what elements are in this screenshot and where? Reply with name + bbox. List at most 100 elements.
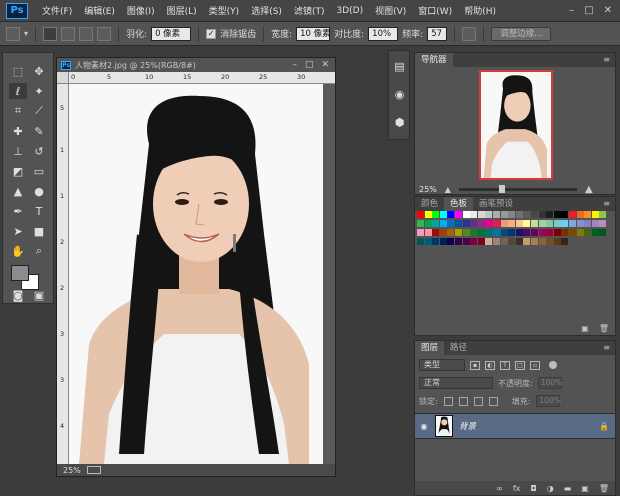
color-swatch[interactable]	[553, 238, 561, 245]
color-swatch[interactable]	[584, 211, 592, 218]
color-swatch[interactable]	[500, 220, 508, 227]
color-swatch[interactable]	[493, 211, 500, 218]
ruler-origin[interactable]	[57, 72, 69, 84]
color-swatch[interactable]	[485, 229, 493, 236]
tab-swatches[interactable]: 色板	[444, 197, 474, 211]
color-swatch[interactable]	[493, 220, 500, 227]
color-swatch[interactable]	[584, 229, 592, 236]
panel-menu-icon[interactable]: ≡	[603, 199, 610, 208]
color-swatch[interactable]	[599, 229, 607, 236]
color-swatch[interactable]	[485, 211, 493, 218]
type-filter-icon[interactable]: T	[500, 360, 510, 370]
color-swatch[interactable]	[455, 229, 462, 236]
tab-layers[interactable]: 图层	[415, 341, 445, 355]
eraser-tool-icon[interactable]: ◩	[9, 163, 27, 179]
magic-wand-tool-icon[interactable]: ✦	[30, 83, 48, 99]
color-swatch[interactable]	[569, 229, 576, 236]
foreground-color-swatch[interactable]	[11, 265, 29, 281]
color-swatch[interactable]	[523, 229, 531, 236]
color-swatch[interactable]	[432, 229, 440, 236]
refine-edge-button[interactable]: 调整边缘...	[491, 26, 552, 41]
document-zoom-level[interactable]: 25%	[63, 466, 81, 475]
color-swatch[interactable]	[455, 220, 462, 227]
dodge-tool-icon[interactable]: ●	[30, 183, 48, 199]
adjustment-layer-icon[interactable]: ◑	[547, 484, 554, 493]
color-swatch[interactable]	[477, 211, 485, 218]
color-swatch[interactable]	[508, 220, 516, 227]
color-swatch[interactable]	[447, 211, 455, 218]
color-swatch[interactable]	[538, 211, 546, 218]
magnetic-lasso-preset-icon[interactable]	[6, 26, 20, 41]
clone-stamp-tool-icon[interactable]: ⊥	[9, 143, 27, 159]
menu-window[interactable]: 窗口(W)	[412, 4, 458, 17]
color-swatch[interactable]	[508, 211, 516, 218]
zoom-in-icon[interactable]: ▲	[585, 184, 593, 195]
color-swatch[interactable]	[485, 238, 493, 245]
quick-mask-icon[interactable]: ◙	[9, 287, 27, 303]
color-swatch[interactable]	[561, 220, 569, 227]
horizontal-ruler[interactable]: 0 5 10 15 20 25 30	[69, 72, 335, 84]
color-swatch[interactable]	[523, 220, 531, 227]
pen-tool-icon[interactable]: ✒	[9, 203, 27, 219]
color-swatch[interactable]	[417, 220, 424, 227]
color-swatch[interactable]	[447, 229, 455, 236]
3d-panel-icon[interactable]: ⬢	[392, 115, 407, 130]
vertical-ruler[interactable]: 5 1 1 2 2 3 3 4	[57, 84, 69, 464]
lasso-tool-icon[interactable]: ℓ	[9, 83, 27, 99]
color-swatch[interactable]	[576, 229, 584, 236]
color-swatch[interactable]	[424, 238, 432, 245]
color-swatch[interactable]	[493, 229, 500, 236]
color-swatch[interactable]	[432, 220, 440, 227]
color-swatch[interactable]	[553, 211, 561, 218]
layer-style-icon[interactable]: fx	[513, 484, 521, 493]
crop-tool-icon[interactable]: ⌗	[9, 103, 27, 119]
document-maximize-button[interactable]: □	[305, 60, 314, 70]
color-swatch[interactable]	[439, 238, 447, 245]
delete-layer-icon[interactable]: 🗑	[599, 484, 609, 493]
path-selection-tool-icon[interactable]: ➤	[9, 223, 27, 239]
healing-brush-tool-icon[interactable]: ✚	[9, 123, 27, 139]
blend-mode-select[interactable]: 正常	[419, 377, 493, 389]
color-swatch[interactable]	[553, 220, 561, 227]
color-swatch[interactable]	[462, 229, 470, 236]
subtract-selection-icon[interactable]	[79, 26, 94, 41]
color-swatch[interactable]	[417, 211, 424, 218]
properties-panel-icon[interactable]: ◉	[392, 87, 407, 102]
zoom-out-icon[interactable]: ▲	[445, 185, 451, 194]
shape-filter-icon[interactable]: □	[515, 360, 525, 370]
color-swatch[interactable]	[508, 229, 516, 236]
brush-tool-icon[interactable]: ✎	[30, 123, 48, 139]
color-swatch[interactable]	[523, 238, 531, 245]
antialias-checkbox[interactable]: ✓	[206, 28, 217, 39]
intersect-selection-icon[interactable]	[97, 26, 112, 41]
menu-3d[interactable]: 3D(D)	[330, 6, 369, 16]
color-swatch[interactable]	[538, 220, 546, 227]
minimize-button[interactable]: –	[569, 5, 574, 16]
color-swatch[interactable]	[599, 220, 607, 227]
menu-filter[interactable]: 滤镜(T)	[288, 4, 331, 17]
layer-filter-select[interactable]: 类型	[419, 359, 465, 371]
eyedropper-tool-icon[interactable]: ⟋	[30, 103, 48, 119]
color-swatch[interactable]	[417, 238, 424, 245]
visibility-eye-icon[interactable]: ◉	[415, 422, 433, 431]
color-swatch[interactable]	[538, 229, 546, 236]
frequency-input[interactable]: 57	[427, 26, 448, 41]
delete-swatch-icon[interactable]: 🗑	[599, 324, 609, 333]
color-swatch[interactable]	[462, 238, 470, 245]
color-swatch[interactable]	[576, 211, 584, 218]
lock-pixels-icon[interactable]	[458, 396, 468, 406]
color-swatch[interactable]	[424, 220, 432, 227]
maximize-button[interactable]: □	[584, 5, 593, 16]
add-mask-icon[interactable]: ◘	[530, 484, 536, 493]
menu-image[interactable]: 图像(I)	[121, 4, 161, 17]
color-swatch[interactable]	[561, 229, 569, 236]
adjustment-filter-icon[interactable]: ◐	[485, 360, 495, 370]
color-swatch[interactable]	[531, 220, 538, 227]
color-swatch[interactable]	[515, 238, 523, 245]
new-layer-icon[interactable]: ▣	[581, 484, 589, 493]
color-swatch[interactable]	[515, 229, 523, 236]
panel-menu-icon[interactable]: ≡	[603, 55, 610, 64]
menu-layer[interactable]: 图层(L)	[161, 4, 203, 17]
color-swatch[interactable]	[561, 211, 569, 218]
tab-navigator[interactable]: 导航器	[415, 53, 453, 67]
